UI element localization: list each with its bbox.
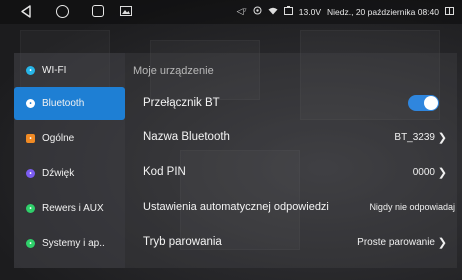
- bt-toggle[interactable]: [408, 95, 439, 111]
- pairing-mode-row[interactable]: Tryb parowania Proste parowanie ❯: [125, 225, 457, 259]
- settings-sidebar: • WI-FI • Bluetooth • Ogólne • Dźwięk • …: [14, 53, 125, 268]
- recent-apps-icon[interactable]: [92, 5, 104, 17]
- chevron-right-icon: ❯: [437, 166, 447, 179]
- sidebar-item-label: Bluetooth: [42, 98, 85, 109]
- auto-answer-row[interactable]: Ustawienia automatycznej odpowiedzi Nigd…: [125, 190, 457, 224]
- location-icon: [253, 6, 262, 17]
- sidebar-item-label: Systemy i ap..: [42, 238, 105, 249]
- sidebar-item-label: Rewers i AUX: [42, 203, 104, 214]
- row-label: Przełącznik BT: [143, 97, 220, 109]
- voltage-readout: 13.0V: [298, 6, 321, 17]
- home-icon[interactable]: [56, 5, 69, 18]
- back-icon[interactable]: [20, 5, 33, 18]
- bt-switch-row[interactable]: Przełącznik BT: [125, 86, 457, 120]
- image-icon: [120, 6, 132, 18]
- bt-name-row[interactable]: Nazwa Bluetooth BT_3239 ❯: [125, 120, 457, 154]
- wifi-icon: •: [26, 66, 35, 75]
- screen: ◁⁷ 13.0V Niedz., 20 października 08:40 •…: [0, 0, 462, 280]
- wifi-signal-icon: [268, 7, 278, 17]
- row-value: Proste parowanie: [357, 236, 435, 248]
- system-icon: •: [26, 239, 35, 248]
- row-value: BT_3239: [394, 131, 435, 143]
- sidebar-item-label: Dźwięk: [42, 168, 75, 179]
- bluetooth-icon: •: [26, 99, 35, 108]
- pin-code-row[interactable]: Kod PIN 0000 ❯: [125, 155, 457, 189]
- row-value: Nigdy nie odpowiadaj: [369, 202, 455, 212]
- general-icon: •: [26, 134, 35, 143]
- status-bar: ◁⁷ 13.0V Niedz., 20 października 08:40: [0, 0, 462, 24]
- sidebar-item-label: WI-FI: [42, 65, 67, 76]
- bluetooth-settings-panel: Moje urządzenie Przełącznik BT Nazwa Blu…: [125, 53, 457, 268]
- sidebar-item-general[interactable]: • Ogólne: [14, 122, 125, 155]
- row-label: Ustawienia automatycznej odpowiedzi: [143, 201, 329, 213]
- row-label: Kod PIN: [143, 166, 186, 178]
- datetime: Niedz., 20 października 08:40: [327, 6, 439, 17]
- sidebar-item-wifi[interactable]: • WI-FI: [14, 54, 125, 87]
- window-icon[interactable]: [445, 6, 454, 17]
- section-title: Moje urządzenie: [133, 65, 214, 77]
- sidebar-item-system-apps[interactable]: • Systemy i ap..: [14, 227, 125, 260]
- chevron-right-icon: ❯: [437, 131, 447, 144]
- battery-icon: [283, 6, 293, 17]
- row-label: Tryb parowania: [143, 236, 222, 248]
- row-label: Nazwa Bluetooth: [143, 131, 230, 143]
- sidebar-item-reverse-aux[interactable]: • Rewers i AUX: [14, 192, 125, 225]
- reverse-icon: •: [26, 204, 35, 213]
- sidebar-item-bluetooth[interactable]: • Bluetooth: [14, 87, 125, 120]
- sound-icon: •: [26, 169, 35, 178]
- row-value: 0000: [412, 166, 435, 178]
- sidebar-item-sound[interactable]: • Dźwięk: [14, 157, 125, 190]
- sidebar-item-label: Ogólne: [42, 133, 75, 144]
- volume-indicator: ◁⁷: [236, 6, 247, 16]
- toggle-knob: [424, 96, 438, 110]
- status-indicators: ◁⁷ 13.0V Niedz., 20 października 08:40: [237, 6, 454, 17]
- chevron-right-icon: ❯: [437, 236, 447, 249]
